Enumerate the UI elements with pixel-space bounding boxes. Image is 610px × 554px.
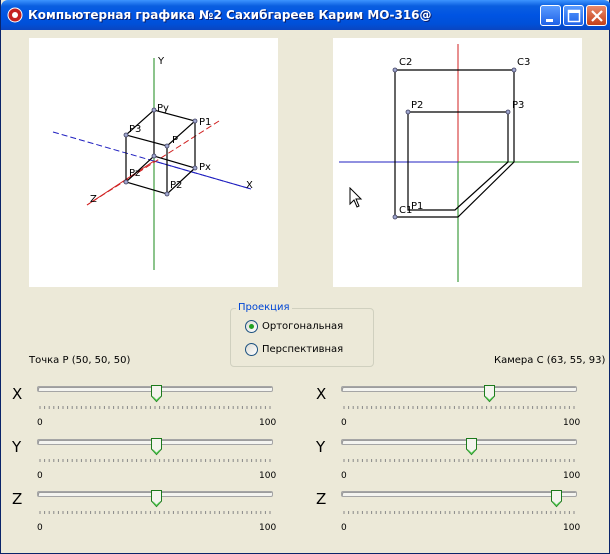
label-c1: C1 (399, 205, 413, 216)
c-y-axis-letter: Y (316, 438, 326, 456)
slider-max-label: 100 (259, 418, 277, 428)
slider-thumb[interactable] (465, 438, 477, 456)
cube-edges (124, 109, 197, 195)
label-z: Z (90, 194, 97, 205)
slider-max-label: 100 (563, 418, 581, 428)
slider-track[interactable] (341, 439, 577, 445)
c-z-slider[interactable]: 0 100 (341, 490, 581, 533)
slider-min-label: 0 (341, 471, 347, 481)
cube-vertices (123, 107, 198, 197)
label-c3: C3 (517, 57, 531, 68)
z-axis-line (86, 160, 155, 206)
slider-min-label: 0 (37, 471, 43, 481)
slider-thumb[interactable] (483, 385, 495, 403)
label-x: X (246, 180, 253, 191)
title-bar[interactable]: Компьютерная графика №2 Сахибгареев Кари… (1, 0, 610, 30)
slider-max-label: 100 (563, 471, 581, 481)
p-z-slider[interactable]: 0 100 (37, 490, 277, 533)
p-x-axis-letter: X (12, 385, 23, 403)
slider-ticks (39, 511, 271, 514)
label-pz: Pz (129, 168, 141, 179)
slider-thumb[interactable] (150, 385, 162, 403)
orthogonal-radio[interactable] (245, 320, 258, 333)
slider-ticks (39, 406, 271, 409)
maximize-button[interactable] (563, 5, 584, 26)
slider-thumb[interactable] (150, 490, 162, 508)
p-y-slider[interactable]: 0 100 (37, 438, 277, 481)
label-p2: P2 (170, 180, 183, 191)
window-title: Компьютерная графика №2 Сахибгареев Кари… (28, 8, 432, 22)
slider-thumb[interactable] (150, 438, 162, 456)
mouse-cursor-icon (349, 187, 363, 208)
p-z-axis-letter: Z (12, 490, 23, 508)
p-y-axis-letter: Y (12, 438, 22, 456)
label-py: Py (157, 103, 169, 114)
slider-min-label: 0 (341, 418, 347, 428)
c-z-axis-letter: Z (316, 490, 327, 508)
slider-ticks (343, 406, 575, 409)
slider-ticks (39, 459, 271, 462)
orthogonal-label[interactable]: Ортогональная (262, 321, 343, 332)
p-x-slider[interactable]: 0 100 (37, 385, 277, 428)
projection-groupbox (230, 308, 374, 367)
app-icon[interactable] (7, 7, 23, 23)
projection-legend: Проекция (236, 302, 292, 313)
c-x-axis-letter: X (316, 385, 327, 403)
label-right-p3: P3 (512, 100, 525, 111)
label-p1: P1 (199, 117, 212, 128)
slider-max-label: 100 (259, 523, 277, 533)
projected-vertices (392, 67, 517, 220)
slider-min-label: 0 (37, 523, 43, 533)
slider-max-label: 100 (563, 523, 581, 533)
maximize-icon (567, 9, 581, 23)
slider-thumb[interactable] (551, 490, 563, 508)
minimize-button[interactable] (540, 5, 561, 26)
point-p-caption: Точка P (50, 50, 50) (29, 355, 131, 366)
close-button[interactable] (586, 5, 607, 26)
slider-ticks (343, 511, 575, 514)
slider-min-label: 0 (37, 418, 43, 428)
camera-drawing (339, 44, 579, 282)
minimize-icon (546, 19, 553, 22)
c-x-slider[interactable]: 0 100 (341, 385, 581, 428)
label-p3: P3 (129, 124, 142, 135)
slider-ticks (343, 459, 575, 462)
close-icon (591, 10, 603, 22)
axonometric-drawing (52, 58, 252, 270)
camera-view[interactable]: C2 C3 P2 P3 P1 C1 (333, 38, 582, 287)
slider-track[interactable] (341, 491, 577, 497)
label-p: P (172, 135, 179, 146)
label-px: Px (199, 162, 211, 173)
label-y: Y (158, 56, 165, 67)
main-window: Компьютерная графика №2 Сахибгареев Кари… (0, 0, 610, 554)
projected-shape (394, 69, 515, 218)
camera-c-caption: Камера С (63, 55, 93) (494, 355, 606, 366)
c-y-slider[interactable]: 0 100 (341, 438, 581, 481)
axonometric-view[interactable]: Y X Z Py P1 P3 P Px Pz P2 (29, 38, 278, 287)
slider-min-label: 0 (341, 523, 347, 533)
perspective-radio[interactable] (245, 343, 258, 356)
label-right-p2: P2 (411, 100, 424, 111)
perspective-label[interactable]: Перспективная (262, 344, 343, 355)
slider-max-label: 100 (259, 471, 277, 481)
slider-track[interactable] (341, 386, 577, 392)
label-right-p1: P1 (411, 201, 424, 212)
label-c2: C2 (399, 57, 413, 68)
